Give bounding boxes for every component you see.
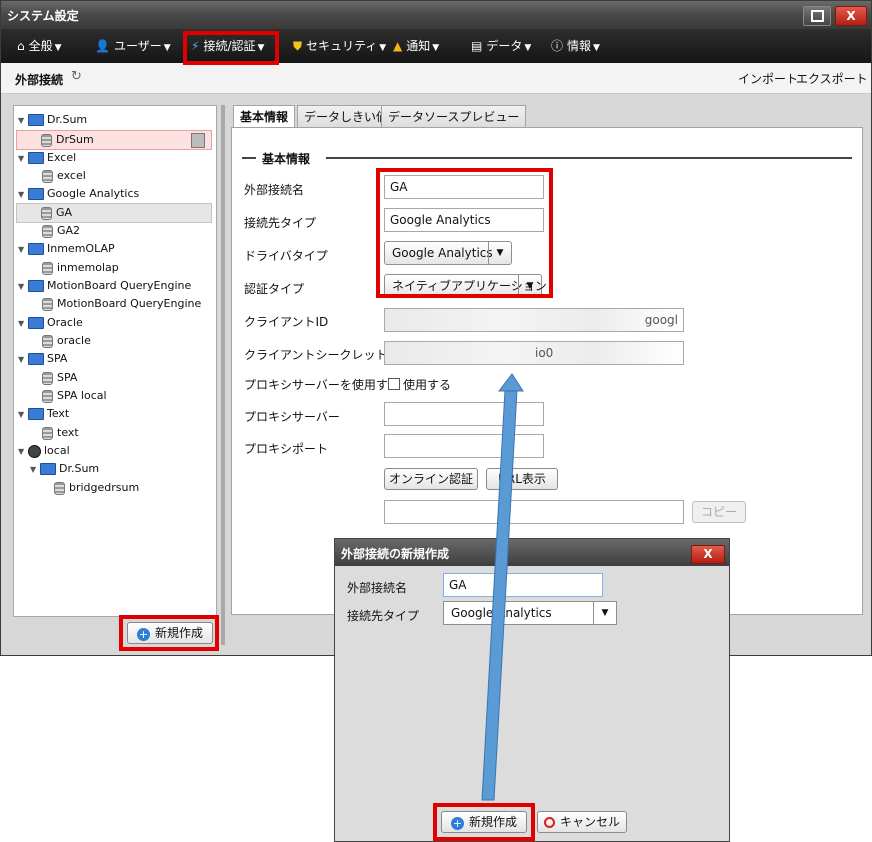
arrow-shaft (481, 389, 518, 801)
annotation-arrow (481, 373, 524, 801)
arrow-head (497, 373, 524, 392)
